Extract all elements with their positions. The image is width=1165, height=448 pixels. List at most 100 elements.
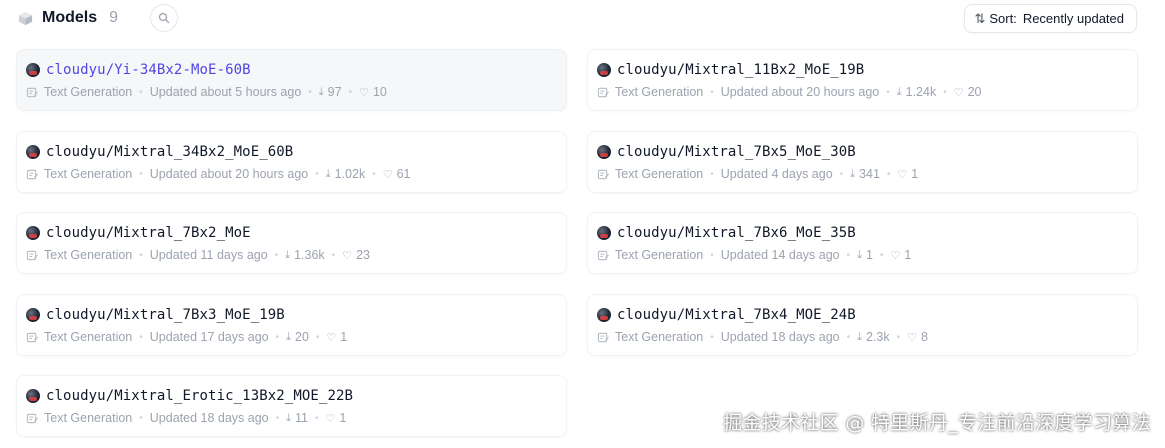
- like-count: 1: [911, 167, 919, 181]
- heart-icon: ♡: [342, 249, 353, 262]
- text-generation-icon: [597, 250, 610, 260]
- separator-dot: •: [139, 412, 143, 424]
- like-count: 61: [396, 167, 411, 181]
- separator-dot: •: [839, 168, 844, 180]
- model-name-link[interactable]: cloudyu/Mixtral_7Bx2_MoE: [46, 225, 251, 241]
- text-generation-icon: [597, 169, 610, 179]
- heart-icon: ♡: [359, 86, 369, 99]
- like-count: 8: [921, 330, 928, 344]
- updated-time: Updated about 20 hours ago: [149, 167, 309, 181]
- models-header: Models 9 ⇅ Sort: Recently updated: [18, 4, 1137, 33]
- task-label[interactable]: Text Generation: [44, 248, 132, 262]
- download-count: 97: [327, 85, 342, 99]
- download-icon: ⤓: [850, 167, 856, 180]
- text-generation-icon: [26, 250, 39, 260]
- model-name-link[interactable]: cloudyu/Mixtral_7Bx5_MoE_30B: [617, 144, 856, 160]
- separator-dot: •: [710, 168, 714, 180]
- model-card[interactable]: cloudyu/Mixtral_7Bx4_MOE_24B Text Genera…: [587, 294, 1138, 356]
- download-count: 1: [866, 248, 873, 262]
- updated-time: Updated 11 days ago: [149, 248, 268, 262]
- updated-time: Updated 18 days ago: [149, 411, 269, 425]
- task-label[interactable]: Text Generation: [44, 85, 132, 99]
- heart-icon: ♡: [382, 168, 393, 181]
- model-meta: Text Generation • Updated 18 days ago • …: [26, 410, 566, 426]
- separator-dot: •: [710, 331, 714, 343]
- model-name-row: cloudyu/Mixtral_Erotic_13Bx2_MOE_22B: [26, 386, 566, 406]
- separator-dot: •: [315, 168, 319, 180]
- avatar: [26, 145, 40, 159]
- like-count: 1: [340, 330, 348, 344]
- model-name-link[interactable]: cloudyu/Mixtral_7Bx6_MoE_35B: [617, 225, 856, 241]
- model-name-link[interactable]: cloudyu/Mixtral_11Bx2_MoE_19B: [617, 62, 864, 78]
- model-card[interactable]: cloudyu/Mixtral_7Bx6_MoE_35B Text Genera…: [587, 212, 1138, 274]
- separator-dot: •: [275, 412, 280, 424]
- text-generation-icon: [597, 87, 610, 97]
- model-name-link[interactable]: cloudyu/Mixtral_Erotic_13Bx2_MOE_22B: [46, 388, 353, 404]
- model-card[interactable]: cloudyu/Mixtral_Erotic_13Bx2_MOE_22B Tex…: [16, 375, 567, 437]
- updated-time: Updated about 5 hours ago: [149, 85, 302, 99]
- download-icon: ⤓: [286, 411, 291, 424]
- sort-prefix: Sort:: [989, 11, 1017, 26]
- text-generation-icon: [26, 332, 39, 342]
- heart-icon: ♡: [890, 249, 901, 262]
- task-label[interactable]: Text Generation: [44, 330, 132, 344]
- sort-button[interactable]: ⇅ Sort: Recently updated: [964, 4, 1137, 33]
- sort-value: Recently updated: [1022, 11, 1124, 26]
- download-count: 2.3k: [866, 330, 890, 344]
- updated-time: Updated 17 days ago: [149, 330, 269, 344]
- task-label[interactable]: Text Generation: [615, 167, 703, 181]
- model-name-link[interactable]: cloudyu/Mixtral_7Bx3_MoE_19B: [46, 307, 285, 323]
- model-name-row: cloudyu/Mixtral_7Bx2_MoE: [26, 223, 566, 243]
- like-count: 10: [372, 85, 387, 99]
- heart-icon: ♡: [326, 331, 337, 344]
- watermark: 掘金技术社区 @ 特里斯丹_专注前沿深度学习算法: [723, 412, 1151, 434]
- model-card[interactable]: cloudyu/Mixtral_34Bx2_MoE_60B Text Gener…: [16, 131, 567, 193]
- avatar: [26, 308, 40, 322]
- model-count: 9: [109, 9, 119, 26]
- model-name-row: cloudyu/Mixtral_7Bx5_MoE_30B: [597, 142, 1137, 162]
- model-name-link[interactable]: cloudyu/Mixtral_34Bx2_MoE_60B: [46, 144, 293, 160]
- updated-time: Updated 4 days ago: [720, 167, 833, 181]
- separator-dot: •: [710, 86, 714, 98]
- model-meta: Text Generation • Updated about 20 hours…: [597, 84, 1137, 100]
- model-name-row: cloudyu/Mixtral_11Bx2_MoE_19B: [597, 60, 1137, 80]
- avatar: [597, 145, 611, 159]
- model-card[interactable]: cloudyu/Mixtral_11Bx2_MoE_19B Text Gener…: [587, 49, 1138, 111]
- model-name-row: cloudyu/Mixtral_34Bx2_MoE_60B: [26, 142, 566, 162]
- text-generation-icon: [26, 87, 39, 97]
- search-icon: [158, 12, 170, 24]
- model-name-link[interactable]: cloudyu/Yi-34Bx2-MoE-60B: [46, 62, 251, 78]
- model-name-link[interactable]: cloudyu/Mixtral_7Bx4_MOE_24B: [617, 307, 856, 323]
- task-label[interactable]: Text Generation: [615, 330, 703, 344]
- model-card[interactable]: cloudyu/Yi-34Bx2-MoE-60B Text Generation…: [16, 49, 567, 111]
- separator-dot: •: [943, 86, 947, 98]
- model-card[interactable]: cloudyu/Mixtral_7Bx2_MoE Text Generation…: [16, 212, 567, 274]
- model-meta: Text Generation • Updated 11 days ago • …: [26, 247, 566, 263]
- task-label[interactable]: Text Generation: [615, 248, 703, 262]
- task-label[interactable]: Text Generation: [44, 411, 132, 425]
- download-count: 11: [295, 411, 308, 425]
- task-label[interactable]: Text Generation: [44, 167, 132, 181]
- updated-time: Updated 14 days ago: [720, 248, 840, 262]
- model-name-row: cloudyu/Mixtral_7Bx3_MoE_19B: [26, 305, 566, 325]
- separator-dot: •: [139, 331, 143, 343]
- model-name-row: cloudyu/Yi-34Bx2-MoE-60B: [26, 60, 566, 80]
- updated-time: Updated 18 days ago: [720, 330, 840, 344]
- separator-dot: •: [315, 331, 320, 343]
- download-icon: ⤓: [286, 330, 291, 343]
- text-generation-icon: [597, 332, 610, 342]
- download-icon: ⤓: [896, 85, 902, 98]
- task-label[interactable]: Text Generation: [615, 85, 703, 99]
- separator-dot: •: [139, 249, 143, 261]
- updated-time: Updated about 20 hours ago: [720, 85, 880, 99]
- separator-dot: •: [886, 86, 890, 98]
- model-card[interactable]: cloudyu/Mixtral_7Bx5_MoE_30B Text Genera…: [587, 131, 1138, 193]
- download-count: 1.24k: [905, 85, 937, 99]
- model-card[interactable]: cloudyu/Mixtral_7Bx3_MoE_19B Text Genera…: [16, 294, 567, 356]
- separator-dot: •: [139, 168, 143, 180]
- text-generation-icon: [26, 413, 39, 423]
- like-count: 1: [904, 248, 912, 262]
- search-button[interactable]: [150, 4, 179, 32]
- download-count: 1.02k: [334, 167, 366, 181]
- download-count: 341: [859, 167, 880, 181]
